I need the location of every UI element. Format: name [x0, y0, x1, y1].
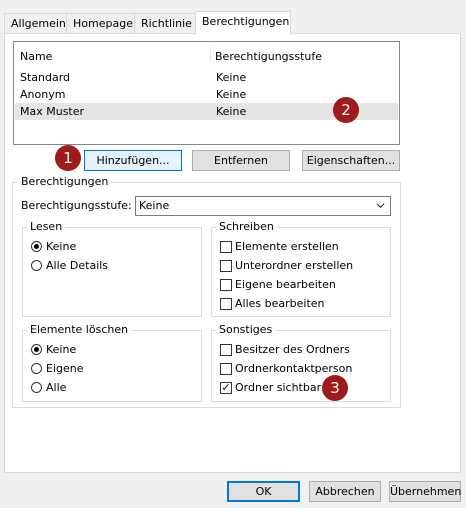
checkbox-icon	[220, 298, 232, 310]
read-group-title: Lesen	[27, 220, 66, 234]
checkbox-icon	[220, 260, 232, 272]
checkmark-icon: ✓	[220, 381, 232, 394]
other-group-title: Sonstiges	[216, 323, 276, 337]
radio-label: Alle Details	[46, 259, 109, 272]
column-separator	[210, 46, 211, 62]
tab-homepage[interactable]: Homepage	[66, 13, 135, 33]
apply-button[interactable]: Übernehmen	[389, 481, 461, 502]
permission-level-value: Keine	[139, 199, 170, 212]
tab-berechtigungen[interactable]: Berechtigungen	[195, 11, 291, 35]
radio-label: Eigene	[46, 362, 84, 375]
list-item-level: Keine	[216, 88, 247, 101]
column-header-level[interactable]: Berechtigungsstufe	[215, 50, 322, 63]
checkbox-label: Eigene bearbeiten	[235, 278, 336, 291]
checkbox-icon	[220, 344, 232, 356]
properties-button[interactable]: Eigenschaften...	[302, 150, 400, 171]
radio-selected-icon	[31, 344, 42, 355]
write-group-title: Schreiben	[216, 220, 277, 234]
radio-icon	[31, 382, 42, 393]
list-item-level: Keine	[216, 71, 247, 84]
remove-button[interactable]: Entfernen	[192, 150, 290, 171]
column-header-name[interactable]: Name	[20, 50, 52, 63]
callout-badge: 2	[333, 97, 359, 123]
permission-list[interactable]: Name Berechtigungsstufe Standard Keine A…	[13, 41, 400, 145]
ok-button[interactable]: OK	[227, 481, 300, 502]
checkbox-label: Unterordner erstellen	[235, 259, 354, 272]
radio-selected-icon	[31, 241, 42, 252]
permissions-group-title: Berechtigungen	[18, 175, 112, 189]
chevron-down-icon	[376, 203, 385, 209]
list-item-name: Anonym	[20, 88, 66, 101]
checkbox-icon	[220, 241, 232, 253]
checkbox-icon	[220, 363, 232, 375]
list-item[interactable]: Standard Keine	[15, 69, 398, 86]
callout-badge: 3	[322, 375, 348, 401]
radio-icon	[31, 260, 42, 271]
radio-label: Keine	[46, 343, 77, 356]
checkbox-label: Ordner sichtbar	[235, 381, 322, 394]
permission-level-dropdown[interactable]: Keine	[135, 196, 391, 216]
delete-group-title: Elemente löschen	[27, 323, 132, 337]
tab-allgemein[interactable]: Allgemein	[4, 13, 67, 33]
radio-icon	[31, 363, 42, 374]
checkbox-icon	[220, 279, 232, 291]
checkbox-label: Alles bearbeiten	[235, 297, 325, 310]
radio-label: Alle	[46, 381, 67, 394]
list-item-level: Keine	[216, 105, 247, 118]
checkbox-label: Besitzer des Ordners	[235, 343, 350, 356]
callout-badge: 1	[55, 145, 81, 171]
list-item-name: Max Muster	[20, 105, 85, 118]
tab-richtlinie[interactable]: Richtlinie	[134, 13, 196, 33]
cancel-button[interactable]: Abbrechen	[309, 481, 381, 502]
radio-label: Keine	[46, 240, 77, 253]
checkbox-label: Elemente erstellen	[235, 240, 339, 253]
add-button[interactable]: Hinzufügen...	[84, 150, 182, 171]
permission-level-label: Berechtigungsstufe:	[21, 199, 132, 212]
list-item-name: Standard	[20, 71, 71, 84]
